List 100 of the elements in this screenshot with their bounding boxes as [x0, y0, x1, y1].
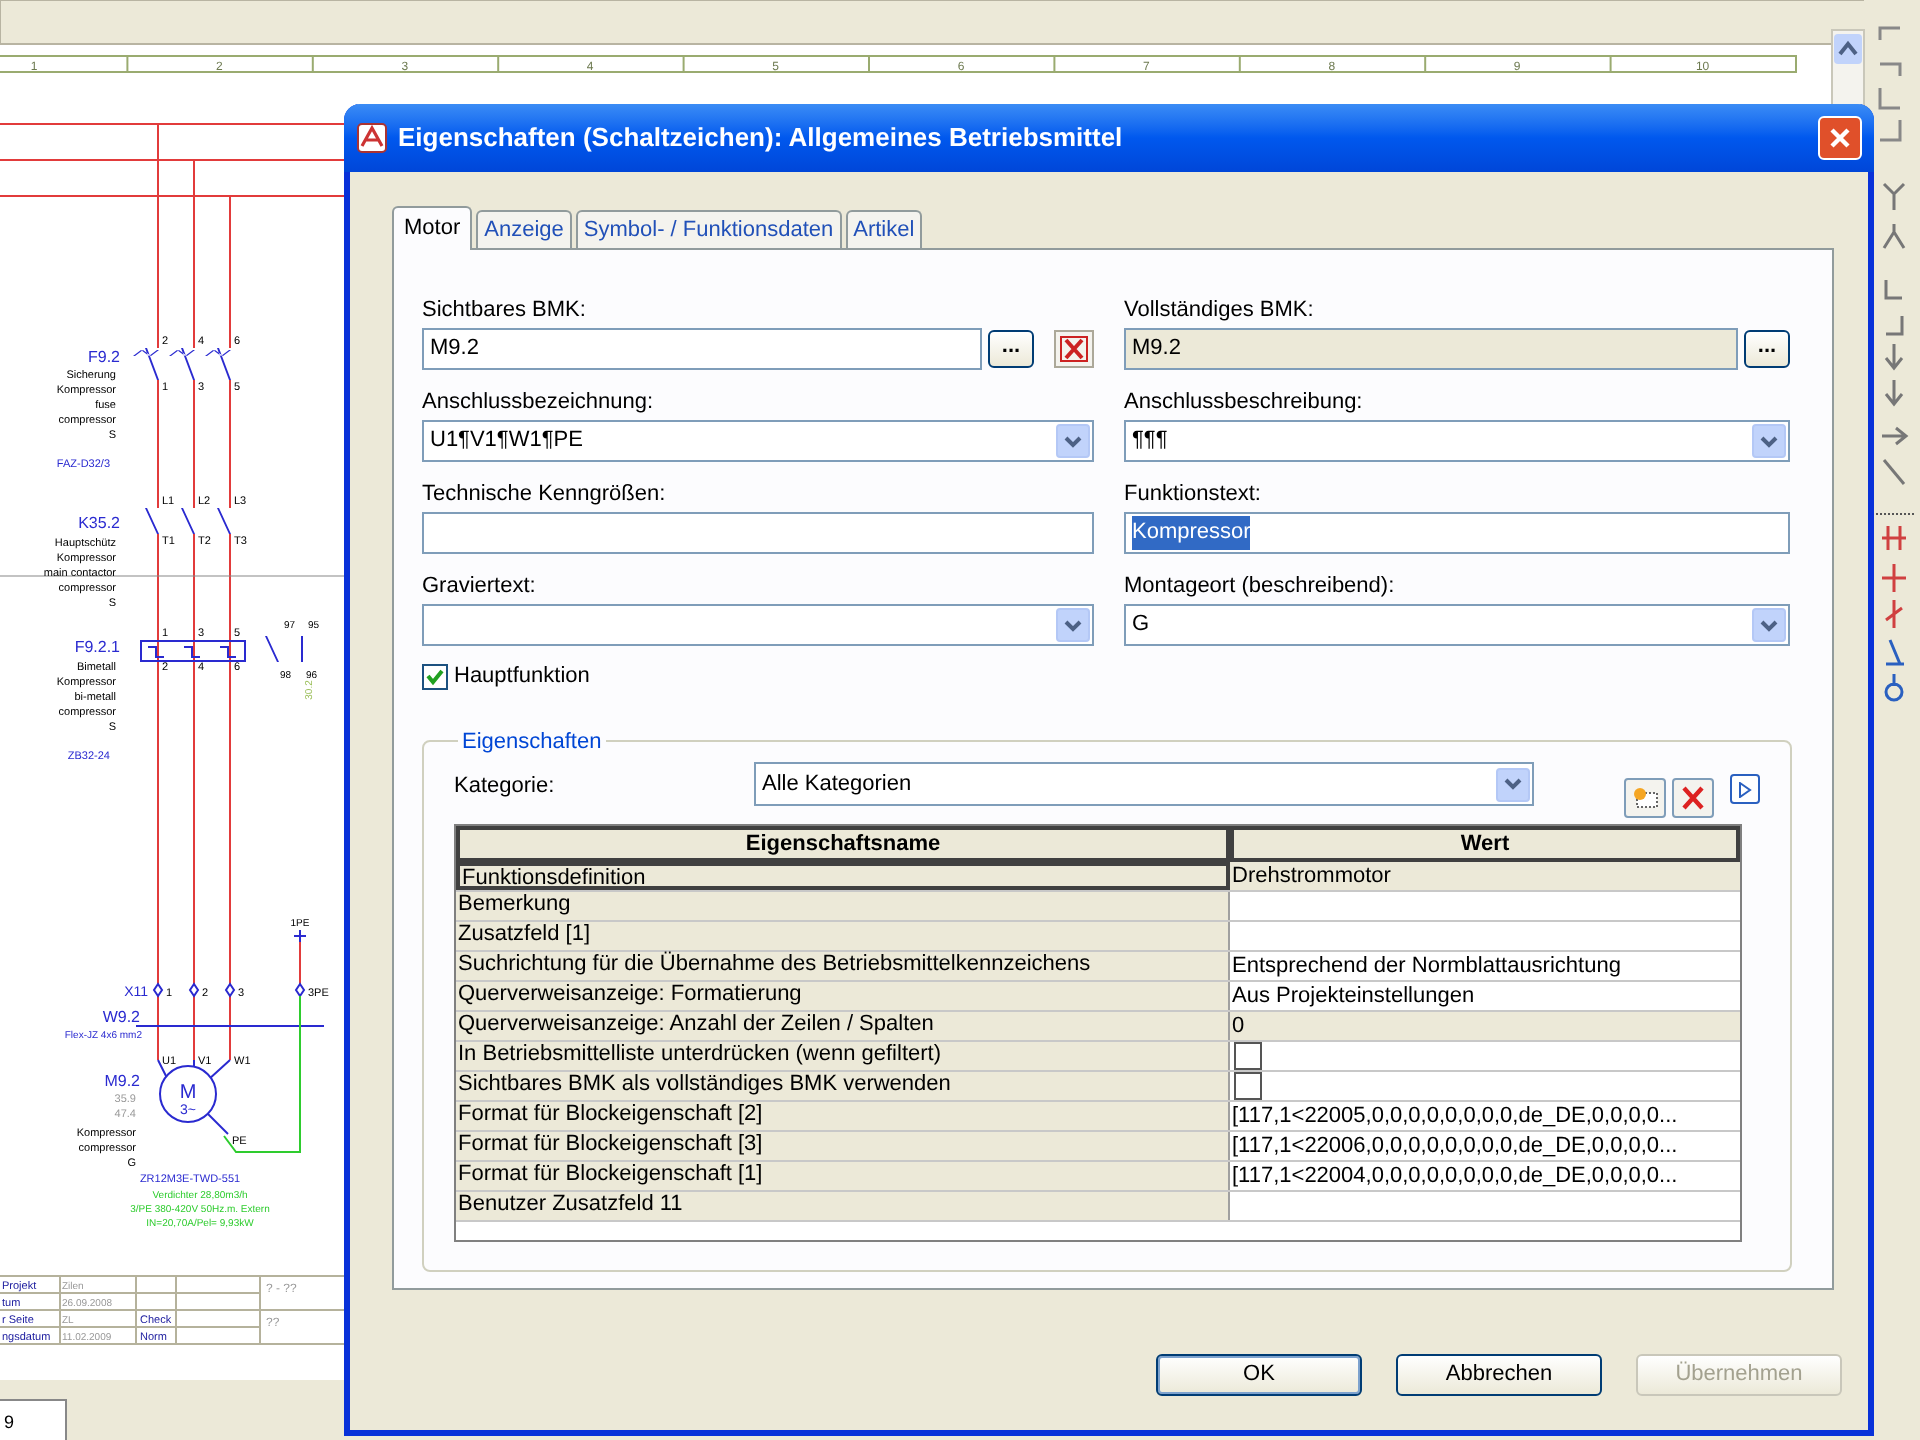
break-icon[interactable] — [1884, 598, 1904, 630]
delete-icon — [1680, 786, 1706, 810]
terminal-symbol — [294, 982, 306, 998]
break-icon[interactable] — [1880, 524, 1908, 552]
column-header[interactable]: Eigenschaftsname — [456, 826, 1230, 862]
checkbox-label: Hauptfunktion — [454, 662, 590, 692]
table-cell[interactable]: In Betriebsmittelliste unterdrücken (wenn gefiltert) — [456, 1042, 1230, 1070]
dialog-button[interactable]: OK — [1156, 1354, 1362, 1396]
window-title: Eigenschaften (Schaltzeichen): Allgemeines Betriebsmittel — [398, 120, 1125, 157]
field-label: Funktionstext: — [1124, 480, 1263, 508]
overload-relay-symbol — [140, 640, 246, 662]
new-button[interactable] — [1624, 778, 1666, 818]
chevron-down-icon — [1760, 619, 1778, 631]
delete-button[interactable] — [1054, 330, 1094, 368]
motor-symbol — [157, 1059, 231, 1135]
motor-letter: M — [179, 1082, 197, 1104]
tab[interactable]: Artikel — [845, 210, 923, 248]
dropdown-button[interactable] — [1752, 608, 1786, 642]
scroll-up-icon[interactable] — [1834, 34, 1862, 64]
dropdown-field[interactable] — [422, 604, 1094, 646]
dropdown-field[interactable]: Alle Kategorien — [754, 762, 1534, 806]
dropdown-button[interactable] — [1496, 767, 1530, 801]
close-icon — [1828, 126, 1852, 150]
field-label: Anschlussbeschreibung: — [1124, 388, 1365, 416]
table-cell[interactable]: Zusatzfeld [1] — [456, 922, 1230, 950]
chevron-down-icon — [1504, 778, 1522, 790]
fuse-switch-symbol — [133, 348, 231, 380]
field-label: Anschlussbezeichnung: — [422, 388, 656, 416]
table-cell[interactable]: Benutzer Zusatzfeld 11 — [456, 1192, 1230, 1220]
field-label: Montageort (beschreibend): — [1124, 572, 1397, 600]
crossover-icon[interactable] — [1880, 562, 1908, 594]
tab[interactable]: Symbol- / Funktionsdaten — [575, 210, 842, 248]
wire — [157, 380, 159, 508]
column-header[interactable]: Wert — [1230, 826, 1740, 862]
input-field[interactable]: M9.2 — [422, 328, 982, 370]
table-cell[interactable]: Format für Blockeigenschaft [3] — [456, 1132, 1230, 1160]
page-tab[interactable] — [0, 1399, 67, 1440]
field-label: Kategorie: — [454, 772, 557, 802]
wire — [229, 380, 231, 508]
device-tag: K35.2 — [78, 514, 120, 532]
app-icon — [356, 122, 388, 154]
dialog-button[interactable]: Abbrechen — [1396, 1354, 1602, 1396]
checkbox[interactable] — [1234, 1042, 1262, 1070]
browse-button[interactable]: ... — [988, 330, 1034, 368]
dropdown-button[interactable] — [1056, 608, 1090, 642]
dropdown-field[interactable]: U1¶V1¶W1¶PE — [422, 420, 1094, 462]
page-tab-label: 9 — [4, 1412, 15, 1432]
table-cell[interactable]: Funktionsdefinition — [456, 862, 1230, 890]
terminal-symbol — [188, 982, 200, 998]
input-field[interactable] — [422, 512, 1094, 554]
group-box-title: Eigenschaften — [460, 727, 604, 757]
contactor-symbol — [145, 508, 231, 534]
table-cell[interactable]: Suchrichtung für die Übernahme des Betriebsmittelkennzeichens — [456, 952, 1230, 980]
tab[interactable]: Motor — [392, 206, 473, 250]
arrow-right-icon[interactable] — [1880, 426, 1909, 446]
arrow-down-icon[interactable] — [1884, 378, 1904, 407]
table-cell[interactable]: Format für Blockeigenschaft [1] — [456, 1162, 1230, 1190]
pin-icon[interactable] — [1884, 638, 1906, 666]
dropdown-field[interactable]: ¶¶¶ — [1124, 420, 1790, 462]
checkbox[interactable] — [422, 663, 448, 690]
table-cell[interactable]: Querverweisanzeige: Formatierung — [456, 982, 1230, 1010]
wire — [193, 380, 195, 508]
table-cell[interactable]: Format für Blockeigenschaft [2] — [456, 1102, 1230, 1130]
table-cell[interactable]: Querverweisanzeige: Anzahl der Zeilen / Spalten — [456, 1012, 1230, 1040]
chevron-down-icon — [1760, 435, 1778, 447]
new-row-icon — [1631, 786, 1659, 810]
corner-icon[interactable] — [1878, 26, 1900, 40]
terminal-symbol — [152, 982, 164, 998]
table-cell[interactable]: Sichtbares BMK als vollständiges BMK verwenden — [456, 1072, 1230, 1100]
corner-icon[interactable] — [1880, 62, 1902, 76]
field-label: Technische Kenngrößen: — [422, 480, 668, 508]
line-icon[interactable] — [1882, 459, 1906, 485]
forward-button[interactable] — [1730, 774, 1760, 804]
chevron-down-icon — [1064, 435, 1082, 447]
field-label: Sichtbares BMK: — [422, 296, 588, 324]
corner-icon[interactable] — [1880, 120, 1902, 142]
table-cell[interactable]: Bemerkung — [456, 892, 1230, 920]
separator-line — [1871, 513, 1917, 515]
device-tag: F9.2.1 — [74, 638, 120, 656]
input-field[interactable]: Kompressor — [1124, 512, 1790, 554]
checkbox[interactable] — [1234, 1072, 1262, 1100]
arrow-down-icon[interactable] — [1884, 342, 1904, 371]
field-label: Graviertext: — [422, 572, 538, 600]
tab[interactable]: Anzeige — [476, 210, 572, 248]
field-label: Vollständiges BMK: — [1124, 296, 1316, 324]
auxiliary-contact-symbol — [265, 636, 303, 662]
dropdown-field[interactable]: G — [1124, 604, 1790, 646]
pin-icon[interactable] — [1884, 672, 1904, 702]
dropdown-button[interactable] — [1056, 424, 1090, 458]
delete-icon — [1060, 336, 1088, 362]
table-cell[interactable]: Drehstrommotor — [1230, 862, 1740, 890]
dropdown-button[interactable] — [1752, 424, 1786, 458]
table-cell[interactable]: 0 — [1230, 1012, 1740, 1040]
corner-icon[interactable] — [1878, 88, 1900, 110]
close-button[interactable] — [1818, 116, 1862, 160]
delete-button[interactable] — [1672, 778, 1714, 818]
wire — [299, 939, 301, 989]
cable-tag: W9.2 — [102, 1008, 140, 1026]
ground-terminal-symbol — [293, 929, 307, 943]
device-tag: F9.2 — [87, 348, 120, 366]
